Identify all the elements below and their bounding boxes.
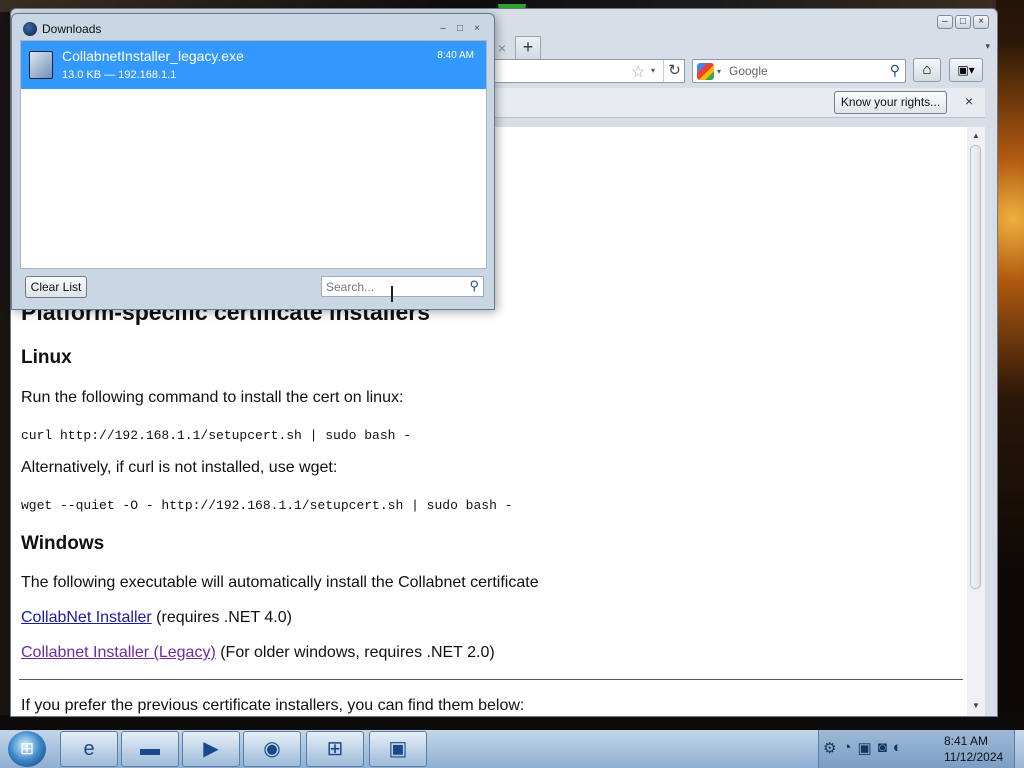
taskbar-windows-icon[interactable]: ⊞ (306, 731, 364, 767)
search-icon[interactable]: ⚲ (890, 62, 900, 79)
taskbar-internet-explorer-icon[interactable]: e (60, 731, 118, 767)
vertical-scrollbar[interactable]: ▲ ▼ (967, 127, 985, 716)
tab-list-chevron-icon[interactable]: ▾ (985, 41, 990, 52)
downloads-maximize-button[interactable]: □ (453, 23, 467, 35)
taskbar-explorer-icon[interactable]: ▬ (121, 731, 179, 767)
start-button[interactable]: ⊞ (8, 731, 46, 767)
taskbar-media-player-icon[interactable]: ▶ (182, 731, 240, 767)
close-button[interactable]: × (973, 15, 989, 29)
downloads-search-input[interactable] (322, 277, 452, 296)
collabnet-legacy-row: Collabnet Installer (Legacy) (For older … (21, 644, 495, 662)
tray-display-icon[interactable]: ▣ (858, 739, 872, 757)
show-desktop-button[interactable] (1014, 730, 1024, 768)
taskbar-window-icon[interactable]: ▣ (369, 731, 427, 767)
desktop-wallpaper-bottom (0, 715, 1024, 730)
download-item[interactable]: CollabnetInstaller_legacy.exe 13.0 KB — … (21, 41, 486, 89)
installer-file-icon (29, 51, 53, 79)
taskbar-firefox-icon[interactable]: ◉ (243, 731, 301, 767)
downloads-search-field[interactable]: ⚲ (321, 276, 484, 297)
downloads-window-title: Downloads (42, 22, 102, 36)
collabnet-installer-row: CollabNet Installer (requires .NET 4.0) (21, 609, 292, 627)
divider (19, 679, 963, 680)
download-meta: 13.0 KB — 192.168.1.1 (62, 69, 177, 81)
maximize-button[interactable]: □ (955, 15, 971, 29)
browser-window-controls: – □ × (937, 15, 989, 29)
linux-heading: Linux (21, 347, 72, 368)
bookmark-star-icon[interactable]: ☆ (631, 62, 645, 82)
scrollbar-thumb[interactable] (970, 145, 981, 589)
collabnet-installer-link[interactable]: CollabNet Installer (21, 609, 152, 626)
text-cursor-icon (391, 286, 393, 302)
tray-icons: ⚙ ◔ ▣ ◙ ◐ (823, 739, 902, 757)
windows-intro-text: The following executable will automatica… (21, 574, 539, 591)
google-icon[interactable] (697, 63, 714, 80)
navigation-toolbar: ☆ ▾ ↻ ▾ Google ⚲ ⌂ ▣▾ (485, 57, 985, 85)
downloads-window: Downloads – □ × CollabnetInstaller_legac… (11, 13, 495, 310)
curl-command: curl http://192.168.1.1/setupcert.sh | s… (21, 428, 412, 443)
tray-action-center-icon[interactable]: ◙ (878, 739, 887, 757)
collabnet-legacy-installer-link[interactable]: Collabnet Installer (Legacy) (21, 644, 216, 661)
taskbar: ⊞ e ▬ ▶ ◉ ⊞ ▣ ⚙ ◔ ▣ ◙ ◐ 8:41 AM 11/12/20… (0, 730, 1024, 768)
linux-intro-text: Run the following command to install the… (21, 389, 404, 406)
url-bar[interactable]: ☆ ▾ ↻ (485, 59, 685, 83)
bookmarks-button[interactable]: ▣▾ (949, 58, 983, 82)
scroll-down-arrow-icon[interactable]: ▼ (972, 701, 980, 710)
reload-icon[interactable]: ↻ (663, 60, 685, 82)
downloads-minimize-button[interactable]: – (436, 23, 450, 35)
url-history-dropdown-icon[interactable]: ▾ (651, 66, 655, 75)
search-engine-dropdown-icon[interactable]: ▾ (717, 67, 721, 76)
download-time: 8:40 AM (437, 50, 474, 61)
tray-settings-icon[interactable]: ⚙ (823, 739, 836, 757)
minimize-button[interactable]: – (937, 15, 953, 29)
scroll-up-arrow-icon[interactable]: ▲ (972, 131, 980, 140)
desktop-wallpaper-right (996, 0, 1024, 730)
notification-close-icon[interactable]: × (965, 93, 973, 109)
windows-heading: Windows (21, 533, 105, 554)
wget-command: wget --quiet -O - http://192.168.1.1/set… (21, 498, 513, 513)
downloads-list: CollabnetInstaller_legacy.exe 13.0 KB — … (20, 40, 487, 269)
clock-time[interactable]: 8:41 AM (944, 734, 988, 748)
know-your-rights-button[interactable]: Know your rights... (834, 91, 947, 114)
tray-volume-icon[interactable]: ◐ (893, 739, 902, 757)
previous-installers-text: If you prefer the previous certificate i… (21, 697, 525, 714)
search-bar[interactable]: ▾ Google ⚲ (692, 59, 906, 83)
firefox-icon (23, 22, 37, 36)
collabnet-installer-note: (requires .NET 4.0) (151, 609, 292, 626)
search-input[interactable]: Google (729, 64, 768, 78)
home-button[interactable]: ⌂ (913, 58, 941, 82)
wget-intro-text: Alternatively, if curl is not installed,… (21, 459, 338, 476)
system-tray: ⚙ ◔ ▣ ◙ ◐ 8:41 AM 11/12/2024 (818, 730, 1024, 768)
notification-bar: Know your rights... × (485, 88, 985, 118)
download-filename: CollabnetInstaller_legacy.exe (62, 48, 244, 64)
collabnet-legacy-note: (For older windows, requires .NET 2.0) (215, 644, 495, 661)
downloads-window-controls: – □ × (436, 23, 484, 35)
downloads-close-button[interactable]: × (470, 23, 484, 35)
clock-date[interactable]: 11/12/2024 (944, 750, 1003, 764)
clear-list-button[interactable]: Clear List (25, 276, 87, 298)
search-icon[interactable]: ⚲ (469, 278, 479, 294)
tray-network-icon[interactable]: ◔ (842, 739, 851, 757)
